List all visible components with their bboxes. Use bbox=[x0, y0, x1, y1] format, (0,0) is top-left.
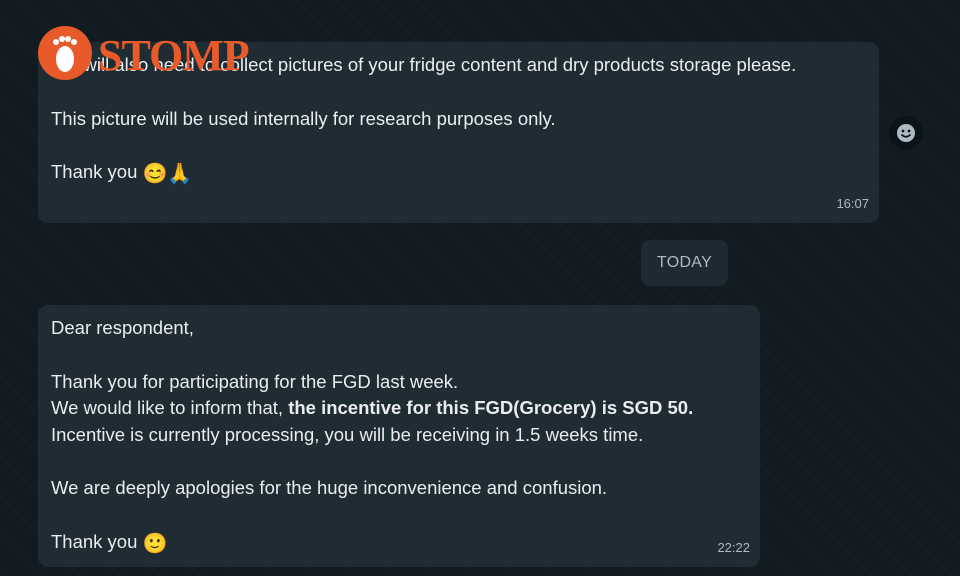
message-text: This picture will be used internally for… bbox=[51, 107, 556, 129]
message-text: We would like to inform that, the incent… bbox=[51, 397, 694, 418]
incentive-bold-text: the incentive for this FGD(Grocery) is S… bbox=[288, 397, 694, 418]
message-text: Thank you 🙂 bbox=[51, 530, 168, 555]
smile-emoji: 🙂 bbox=[142, 532, 168, 555]
smile-pray-emoji: 😊🙏 bbox=[142, 163, 193, 185]
message-text: Thank you 😊🙏 bbox=[51, 161, 193, 185]
reaction-button[interactable] bbox=[889, 116, 923, 150]
footprint-icon bbox=[38, 26, 92, 80]
message-timestamp: 16:07 bbox=[836, 195, 869, 211]
message-timestamp: 22:22 bbox=[717, 539, 750, 555]
stomp-logo: STOMP bbox=[38, 20, 278, 86]
date-divider: TODAY bbox=[641, 240, 728, 286]
smiley-face-icon bbox=[897, 124, 915, 142]
message-text: Thank you for participating for the FGD … bbox=[51, 370, 459, 392]
brand-wordmark: STOMP bbox=[98, 31, 250, 80]
message-text: Dear respondent, bbox=[51, 317, 194, 338]
incoming-message[interactable]: Dear respondent, Thank you for participa… bbox=[38, 305, 760, 567]
message-text: Incentive is currently processing, you w… bbox=[51, 423, 644, 445]
message-text: We are deeply apologies for the huge inc… bbox=[51, 477, 608, 498]
